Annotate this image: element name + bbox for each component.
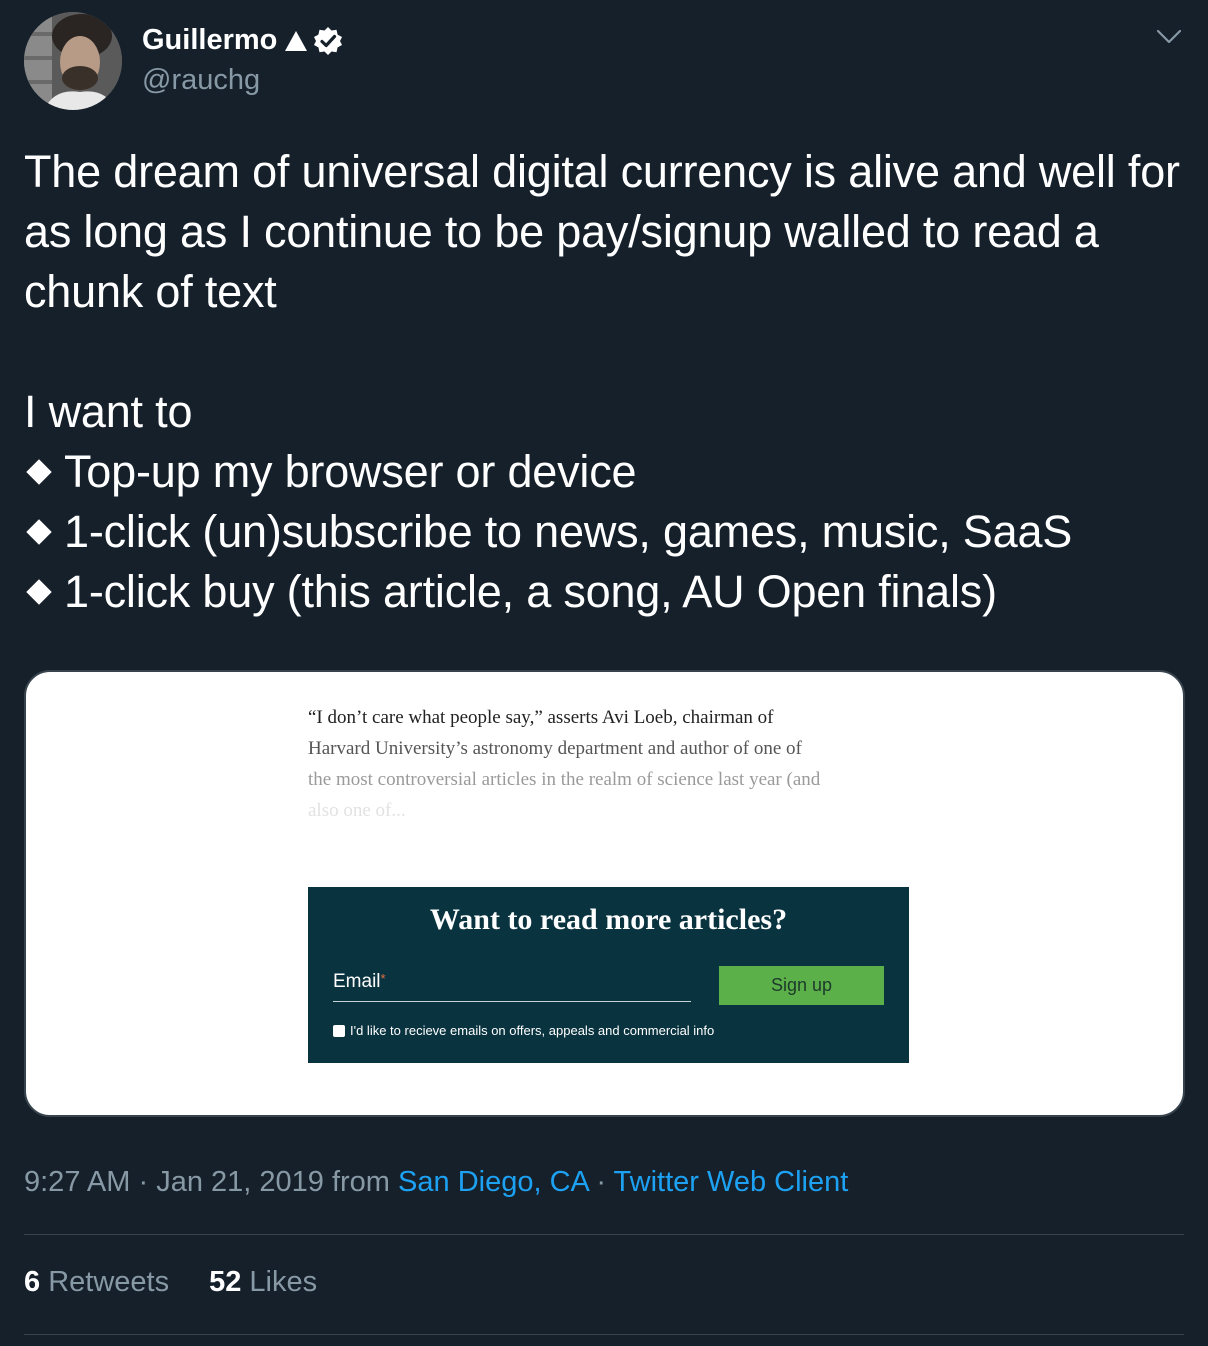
chevron-down-icon[interactable] (1156, 28, 1182, 46)
retweets-count: 6 (24, 1266, 41, 1298)
separator: · (138, 1166, 149, 1198)
excerpt-line: “I don’t care what people say,” asserts … (308, 707, 774, 728)
email-field (333, 969, 691, 1002)
location-link[interactable]: San Diego, CA (398, 1166, 588, 1198)
author-name[interactable]: Guillermo (142, 24, 343, 57)
tweet-line: The dream of universal digital currency … (24, 146, 1180, 197)
tweet-stats: 6 Retweets 52 Likes (24, 1266, 357, 1299)
retweets-stat[interactable]: 6 Retweets (24, 1266, 169, 1299)
optin-checkbox (333, 1024, 345, 1037)
likes-count: 52 (209, 1266, 242, 1298)
diamond-icon (26, 519, 52, 545)
author-avatar[interactable] (24, 12, 122, 110)
diamond-icon (26, 459, 52, 485)
author-name-text: Guillermo (142, 24, 278, 56)
excerpt-line: Harvard University’s astronomy departmen… (308, 738, 802, 759)
triangle-icon (285, 30, 308, 51)
bullet-text: 1-click (un)subscribe to news, games, mu… (64, 506, 1073, 557)
divider (24, 1234, 1184, 1235)
tweet-line: chunk of text (24, 266, 277, 317)
tweet-text: The dream of universal digital currency … (24, 142, 1184, 622)
tweet-meta: 9:27 AM · Jan 21, 2019 from San Diego, C… (24, 1166, 848, 1199)
separator: · (596, 1166, 606, 1198)
tweet-time[interactable]: 9:27 AM (24, 1166, 130, 1198)
divider (24, 1334, 1184, 1335)
tweet-date[interactable]: Jan 21, 2019 (156, 1166, 324, 1198)
tweet: Guillermo @rauchg The dream of universal… (0, 0, 1208, 1346)
likes-stat[interactable]: 52 Likes (209, 1266, 317, 1299)
sign-up-button: Sign up (719, 966, 884, 1005)
bullet-text: 1-click buy (this article, a song, AU Op… (64, 566, 997, 617)
verified-badge-icon (314, 26, 343, 55)
diamond-icon (26, 579, 52, 605)
optin-text: I'd like to recieve emails on offers, ap… (350, 1023, 715, 1038)
bullet-item: 1-click buy (this article, a song, AU Op… (24, 562, 1184, 622)
article-excerpt: “I don’t care what people say,” asserts … (308, 702, 918, 826)
bullet-item: 1-click (un)subscribe to news, games, mu… (24, 502, 1184, 562)
client-link[interactable]: Twitter Web Client (614, 1166, 849, 1198)
from-label: from (331, 1166, 390, 1198)
author-handle[interactable]: @rauchg (142, 64, 260, 97)
bullet-item: Top-up my browser or device (24, 442, 1184, 502)
avatar-photo (24, 12, 122, 110)
excerpt-line: also one of... (308, 800, 406, 821)
tweet-intro: I want to (24, 386, 193, 437)
tweet-media-image[interactable]: “I don’t care what people say,” asserts … (24, 670, 1185, 1117)
paywall-title: Want to read more articles? (429, 903, 788, 936)
bullet-text: Top-up my browser or device (64, 446, 637, 497)
tweet-line: as long as I continue to be pay/signup w… (24, 206, 1099, 257)
paywall-banner: Want to read more articles? Email* Sign … (308, 887, 909, 1063)
excerpt-line: the most controversial articles in the r… (308, 769, 821, 790)
optin-row: I'd like to recieve emails on offers, ap… (333, 1023, 714, 1038)
retweets-label: Retweets (48, 1266, 170, 1298)
likes-label: Likes (249, 1266, 318, 1298)
